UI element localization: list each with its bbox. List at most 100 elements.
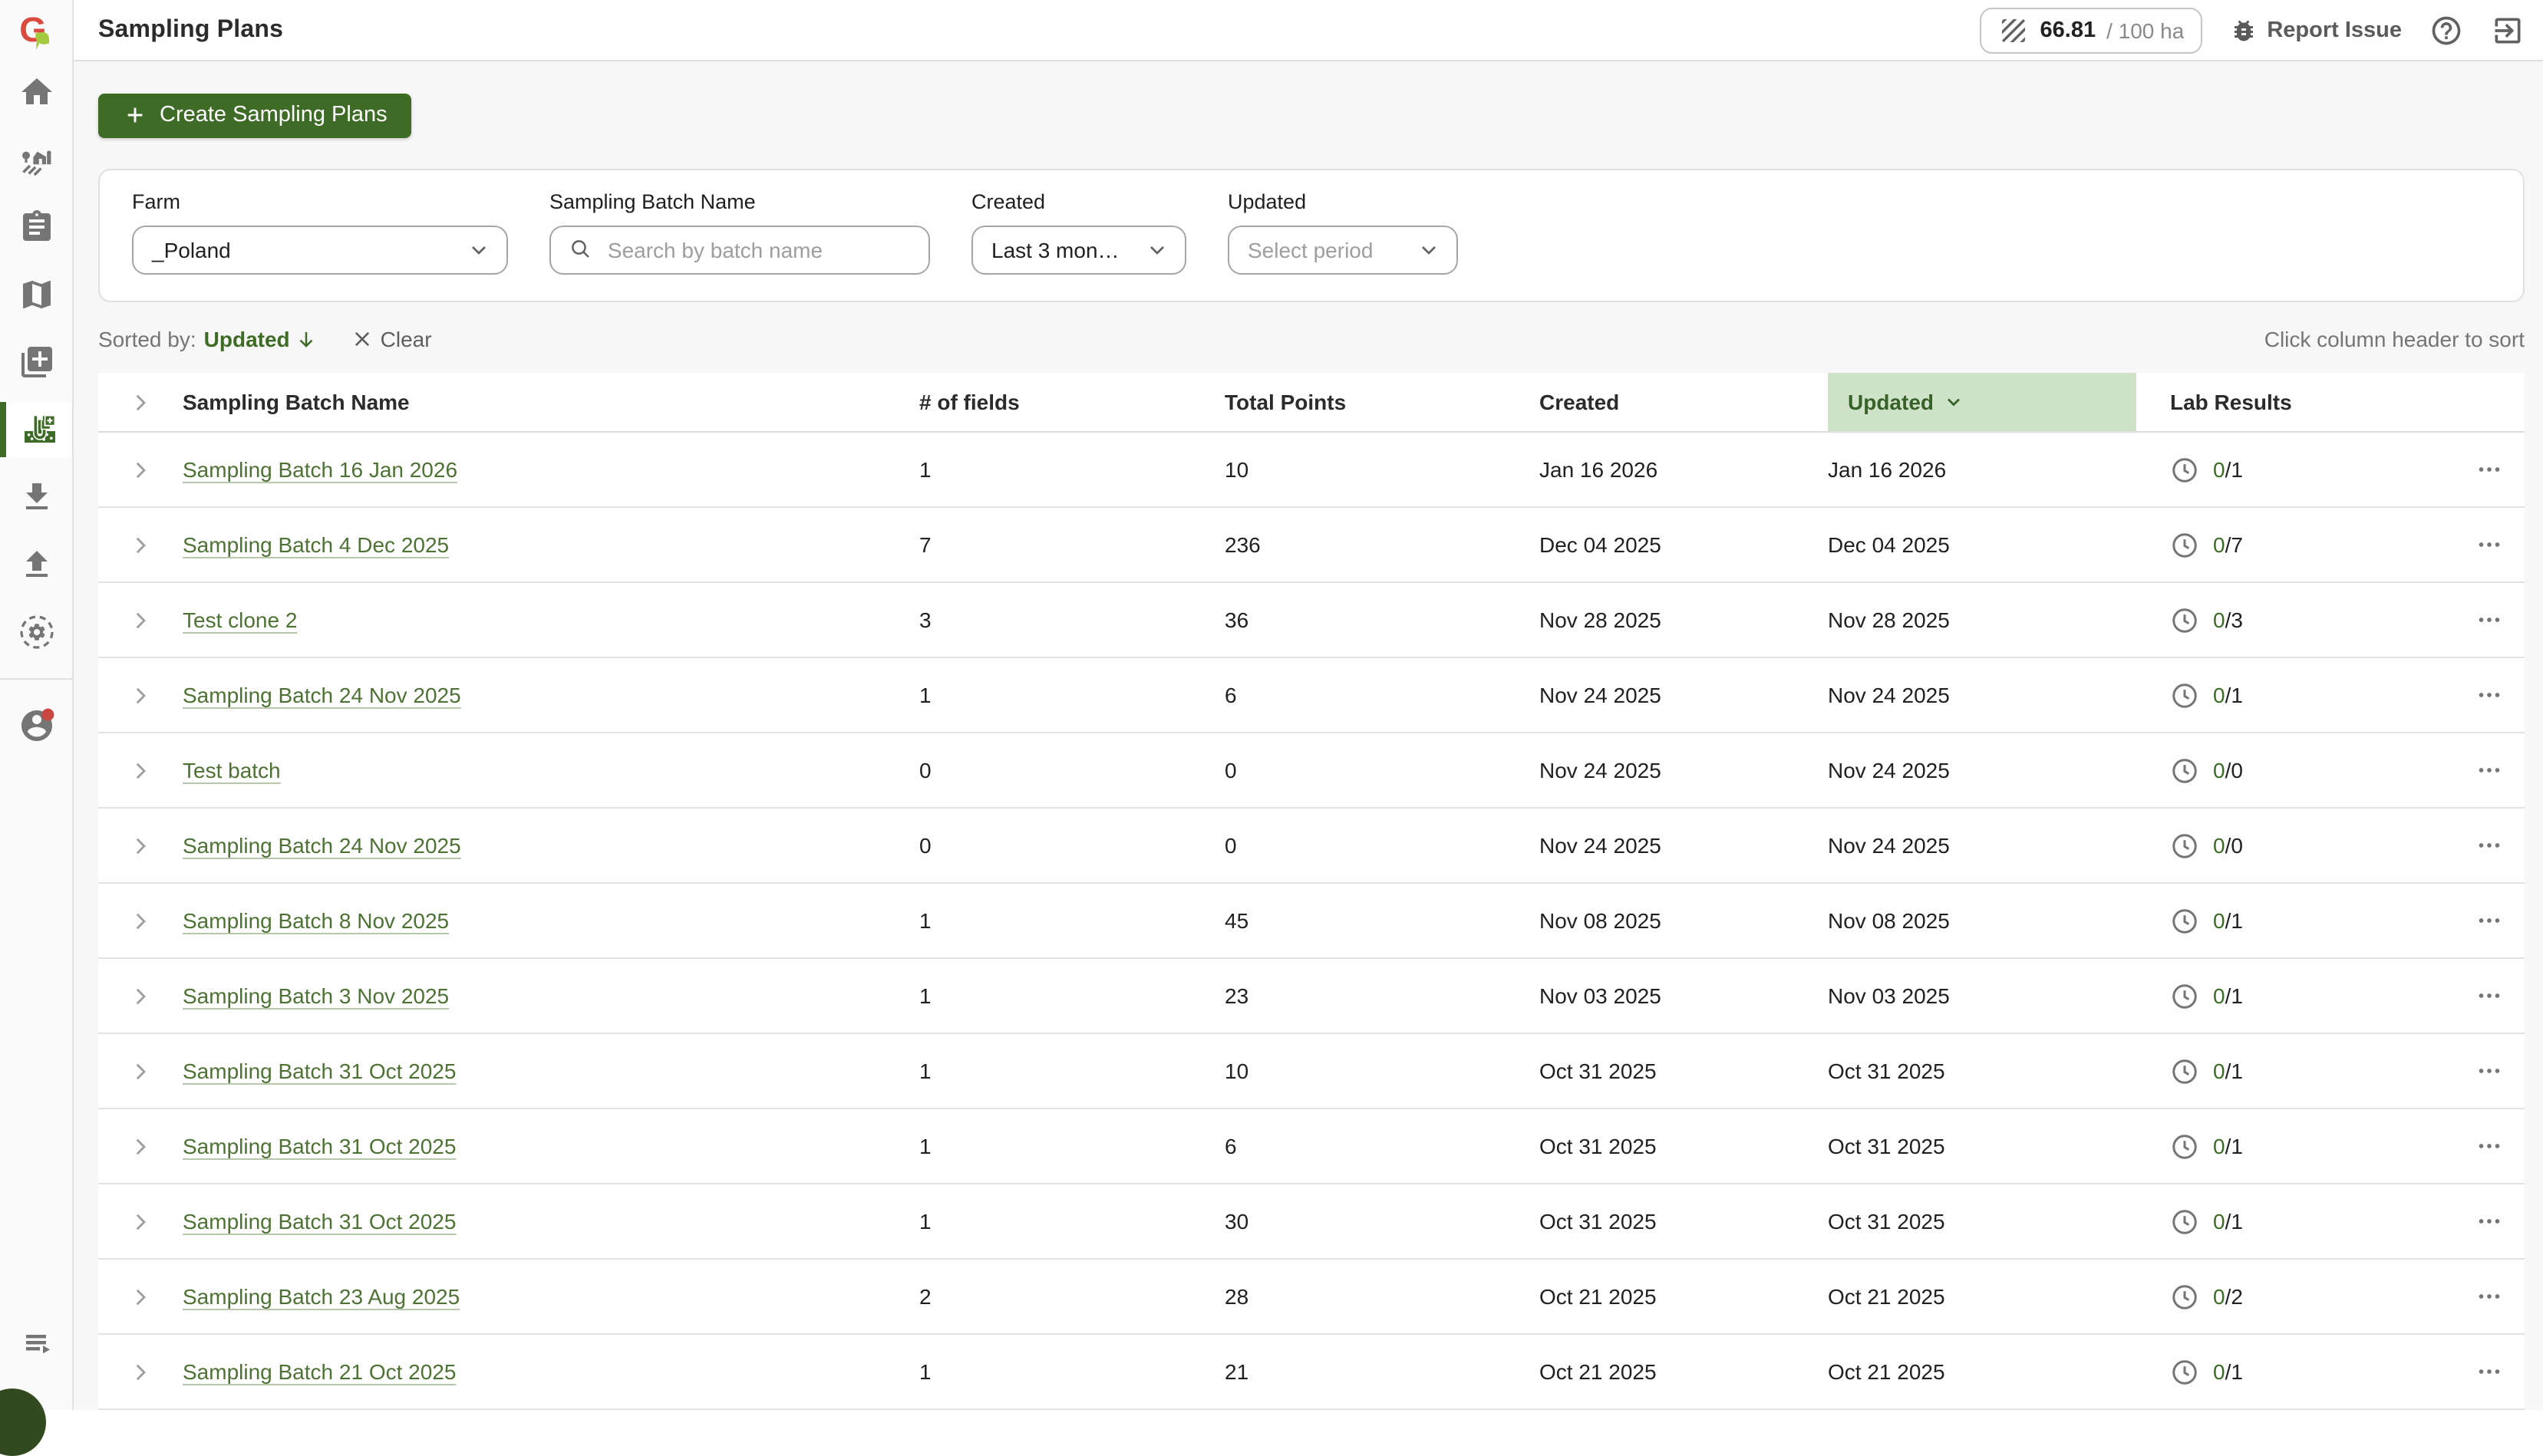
batch-name-link[interactable]: Sampling Batch 4 Dec 2025 <box>183 532 449 557</box>
row-expand-button[interactable] <box>98 832 183 858</box>
batch-name-link[interactable]: Sampling Batch 21 Oct 2025 <box>183 1359 456 1384</box>
sidebar-item-tasks[interactable] <box>0 199 72 255</box>
help-button[interactable] <box>2429 13 2463 47</box>
row-expand-button[interactable] <box>98 1283 183 1309</box>
more-options-icon <box>2475 1358 2503 1385</box>
chevron-down-icon <box>1145 238 1169 262</box>
row-expand-button[interactable] <box>98 1359 183 1385</box>
batch-name-link[interactable]: Sampling Batch 3 Nov 2025 <box>183 983 449 1008</box>
batch-name-link[interactable]: Sampling Batch 24 Nov 2025 <box>183 833 461 858</box>
table-row: Sampling Batch 3 Nov 2025 1 23 Nov 03 20… <box>98 959 2525 1034</box>
row-menu-button[interactable] <box>2457 907 2525 934</box>
batch-name-link[interactable]: Test batch <box>183 758 281 782</box>
row-expand-button[interactable] <box>98 532 183 558</box>
sorted-field-label: Updated <box>204 328 290 352</box>
row-expand-button[interactable] <box>98 1058 183 1084</box>
column-header-fields[interactable]: # of fields <box>919 390 1225 414</box>
filters-panel: Farm _Poland Sampling Batch Name Created <box>98 169 2525 302</box>
clear-sort-button[interactable]: Clear <box>351 328 432 352</box>
sidebar-item-integrations[interactable] <box>0 604 72 660</box>
column-header-updated[interactable]: Updated <box>1828 373 2136 431</box>
updated-select[interactable]: Select period <box>1228 226 1458 275</box>
logout-button[interactable] <box>2491 13 2525 47</box>
row-menu-button[interactable] <box>2457 832 2525 859</box>
batch-name-search[interactable] <box>549 226 930 275</box>
column-header-points[interactable]: Total Points <box>1225 390 1539 414</box>
farm-select[interactable]: _Poland <box>132 226 508 275</box>
clipboard-icon <box>18 209 54 245</box>
row-menu-button[interactable] <box>2457 982 2525 1010</box>
lab-results: 0/1 <box>2136 906 2457 935</box>
total-points: 236 <box>1225 532 1539 557</box>
sidebar-item-upload[interactable] <box>0 537 72 592</box>
chevron-right-icon <box>127 1058 153 1084</box>
sidebar-item-home[interactable] <box>0 64 72 120</box>
created-date: Oct 21 2025 <box>1539 1359 1828 1384</box>
created-select[interactable]: Last 3 mon… <box>971 226 1186 275</box>
column-header-created[interactable]: Created <box>1539 390 1828 414</box>
updated-date: Dec 04 2025 <box>1828 532 2136 557</box>
chevron-right-icon <box>127 757 153 783</box>
row-expand-button[interactable] <box>98 456 183 483</box>
header-expand-all[interactable] <box>98 389 183 415</box>
sidebar-item-farm[interactable] <box>0 132 72 187</box>
chevron-right-icon <box>127 1133 153 1159</box>
batch-name-link[interactable]: Sampling Batch 31 Oct 2025 <box>183 1134 456 1158</box>
sort-bar: Sorted by: Updated Clear Click column he… <box>98 324 2525 356</box>
clock-icon <box>2170 1357 2199 1386</box>
row-menu-button[interactable] <box>2457 681 2525 709</box>
updated-date: Oct 31 2025 <box>1828 1059 2136 1083</box>
row-expand-button[interactable] <box>98 607 183 633</box>
chevron-right-icon <box>127 1283 153 1309</box>
create-sampling-plans-button[interactable]: Create Sampling Plans <box>98 94 412 138</box>
sidebar-item-account[interactable] <box>0 698 72 753</box>
more-options-icon <box>2475 531 2503 558</box>
column-header-name[interactable]: Sampling Batch Name <box>183 390 919 414</box>
sidebar-item-add-plan[interactable] <box>0 334 72 390</box>
table-row: Sampling Batch 24 Nov 2025 0 0 Nov 24 20… <box>98 809 2525 884</box>
total-points: 28 <box>1225 1284 1539 1309</box>
column-header-lab[interactable]: Lab Results <box>2136 390 2457 414</box>
row-menu-button[interactable] <box>2457 1358 2525 1385</box>
batch-name-link[interactable]: Test clone 2 <box>183 608 297 632</box>
more-options-icon <box>2475 907 2503 934</box>
sidebar-item-download[interactable] <box>0 469 72 525</box>
batch-name-link[interactable]: Sampling Batch 23 Aug 2025 <box>183 1284 460 1309</box>
batch-name-link[interactable]: Sampling Batch 8 Nov 2025 <box>183 908 449 933</box>
sidebar-item-expand-menu[interactable] <box>0 1315 72 1370</box>
row-expand-button[interactable] <box>98 908 183 934</box>
row-expand-button[interactable] <box>98 1208 183 1234</box>
row-menu-button[interactable] <box>2457 1283 2525 1310</box>
batch-name-label: Sampling Batch Name <box>549 190 930 213</box>
row-menu-button[interactable] <box>2457 1132 2525 1160</box>
lab-done-count: 0 <box>2213 758 2225 782</box>
report-issue-button[interactable]: Report Issue <box>2230 16 2402 44</box>
area-usage-badge[interactable]: 66.81 / 100 ha <box>1981 7 2203 53</box>
row-expand-button[interactable] <box>98 757 183 783</box>
row-menu-button[interactable] <box>2457 531 2525 558</box>
row-expand-button[interactable] <box>98 1133 183 1159</box>
row-menu-button[interactable] <box>2457 456 2525 483</box>
sidebar-item-map[interactable] <box>0 267 72 322</box>
batch-name-link[interactable]: Sampling Batch 24 Nov 2025 <box>183 683 461 707</box>
lab-total-count: /0 <box>2225 833 2243 858</box>
row-menu-button[interactable] <box>2457 606 2525 634</box>
row-expand-button[interactable] <box>98 682 183 708</box>
row-menu-button[interactable] <box>2457 1207 2525 1235</box>
updated-header-label: Updated <box>1848 390 1934 414</box>
batch-name-link[interactable]: Sampling Batch 31 Oct 2025 <box>183 1209 456 1234</box>
fields-count: 1 <box>919 1359 1225 1384</box>
search-input[interactable] <box>605 236 913 264</box>
sorted-field[interactable]: Updated <box>204 328 318 352</box>
more-options-icon <box>2475 832 2503 859</box>
row-menu-button[interactable] <box>2457 1057 2525 1085</box>
sidebar-item-soil-sampling[interactable] <box>0 402 72 457</box>
batch-name-link[interactable]: Sampling Batch 31 Oct 2025 <box>183 1059 456 1083</box>
row-menu-button[interactable] <box>2457 756 2525 784</box>
row-expand-button[interactable] <box>98 983 183 1009</box>
more-options-icon <box>2475 1207 2503 1235</box>
created-date: Nov 24 2025 <box>1539 683 1828 707</box>
batch-name-link[interactable]: Sampling Batch 16 Jan 2026 <box>183 457 457 482</box>
lab-results: 0/1 <box>2136 680 2457 710</box>
clock-icon <box>2170 455 2199 484</box>
